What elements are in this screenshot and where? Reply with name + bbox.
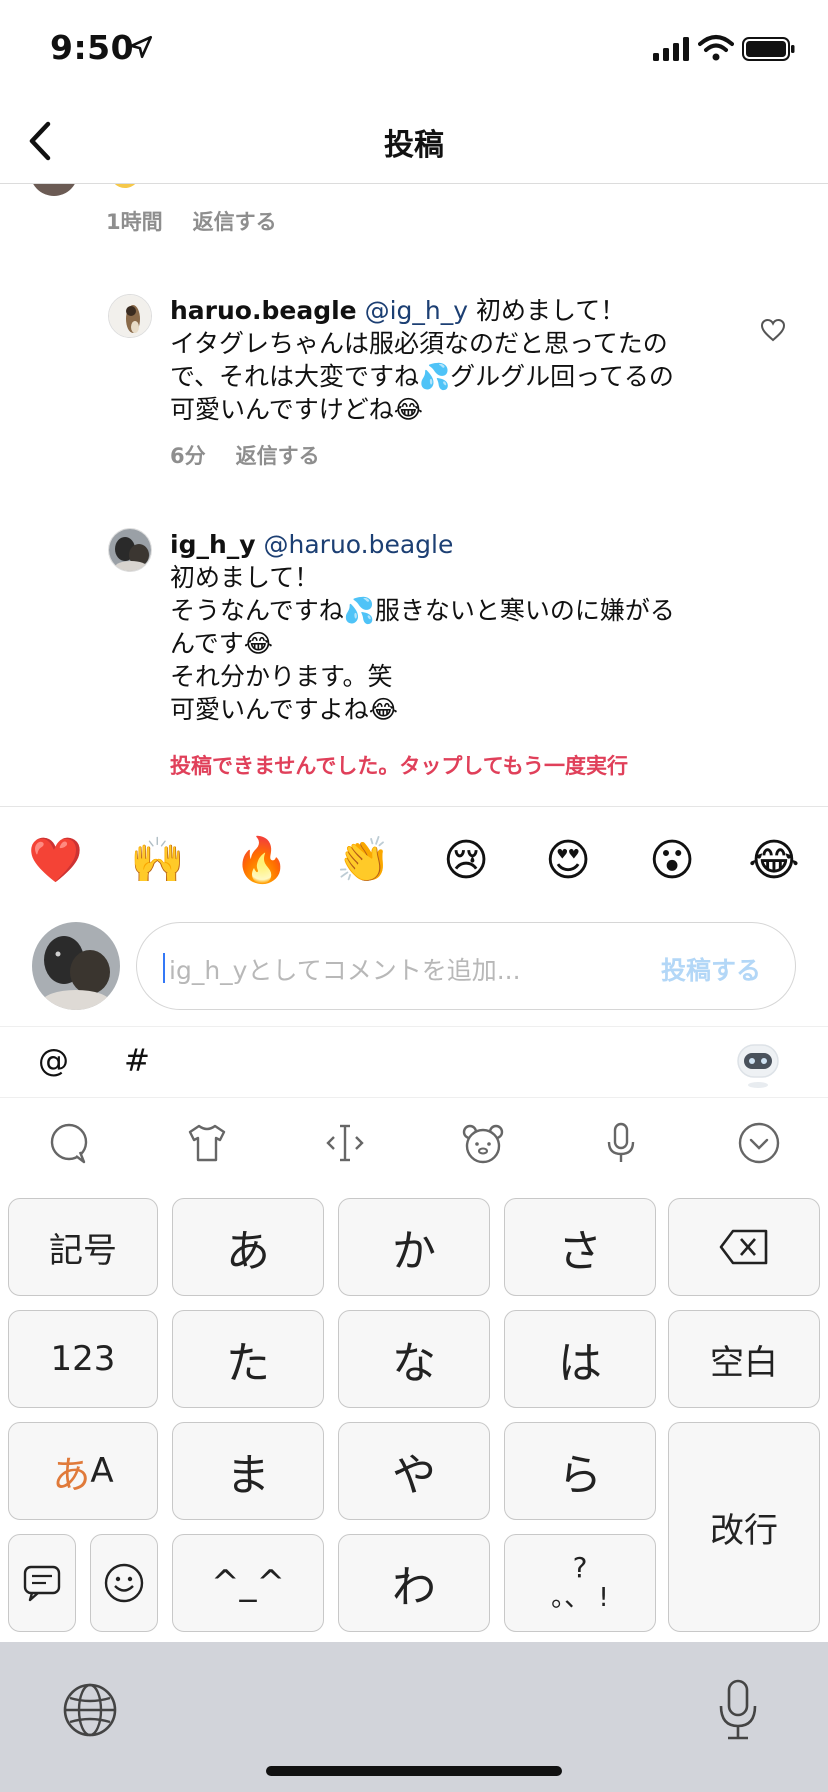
mode-alpha-label: A (90, 1451, 114, 1491)
reply-button[interactable]: 返信する (236, 440, 320, 470)
key-ma[interactable]: ま (172, 1422, 324, 1520)
emoji-heart-eyes-button[interactable]: 😍 (542, 835, 594, 887)
backspace-icon (719, 1229, 768, 1265)
chat-bubble-icon[interactable] (46, 1120, 92, 1166)
comment-mention[interactable]: @haruo.beagle (264, 530, 454, 559)
beagle-avatar-icon (109, 295, 151, 337)
globe-icon[interactable] (62, 1682, 118, 1738)
like-heart-icon[interactable] (760, 318, 786, 342)
mode-kana-label: あ (52, 1452, 91, 1497)
key-ha[interactable]: は (504, 1310, 656, 1408)
keyboard-system-bar (0, 1642, 828, 1792)
location-arrow-icon (129, 35, 153, 59)
reply-button[interactable]: 返信する (193, 206, 277, 236)
smiley-icon (104, 1563, 144, 1603)
dictation-microphone-icon[interactable] (716, 1678, 760, 1742)
bear-emoji-icon[interactable] (460, 1120, 506, 1166)
comment-text: haruo.beagle @ig_h_y 初めまして！ イタグレちゃんは服必須な… (170, 294, 730, 426)
comment-line: イタグレちゃんは服必須なのだと思ってたの (170, 329, 668, 358)
emoji-cry-button[interactable]: 😢 (440, 835, 492, 887)
collapse-keyboard-icon[interactable] (736, 1120, 782, 1166)
comment-time: 1時間 (106, 210, 163, 234)
space-key[interactable]: 空白 (668, 1310, 820, 1408)
punct-bottom: 。、 ! (551, 1583, 609, 1613)
comment-time: 6分 (170, 444, 206, 468)
kaomoji-key[interactable]: ^_^ (172, 1534, 324, 1632)
comment-input[interactable]: ig_h_yとしてコメントを追加... 投稿する (136, 922, 796, 1010)
emoji-clap-button[interactable]: 👏 (336, 835, 391, 887)
battery-icon (742, 37, 795, 61)
emoji-icon (110, 184, 140, 188)
key-wa[interactable]: わ (338, 1534, 490, 1632)
avatar[interactable] (108, 294, 152, 338)
mention-hashtag-bar: @ # (0, 1026, 828, 1098)
robot-assistant-icon[interactable] (732, 1037, 784, 1089)
emoji-heart-button[interactable]: ❤️ (28, 835, 83, 887)
comment-line: そうなんですね💦服きないと寒いのに嫌がる (170, 596, 675, 625)
comment-list[interactable]: 1時間 返信する haruo.beagle @ig_h_y 初めまして！ イタグレ… (0, 184, 828, 806)
avatar (32, 922, 120, 1010)
comment-username[interactable]: haruo.beagle (170, 296, 357, 325)
comment-line: んです😂 (170, 629, 273, 658)
emoji-key[interactable] (90, 1534, 158, 1632)
punct-top: ? (572, 1551, 588, 1584)
comment-text: ig_h_y @haruo.beagle 初めまして！ そうなんですね💦服きない… (170, 528, 730, 726)
comment-username[interactable]: ig_h_y (170, 530, 256, 559)
message-key[interactable] (8, 1534, 76, 1632)
emoji-fire-button[interactable]: 🔥 (234, 835, 289, 887)
input-mode-key[interactable]: あA (8, 1422, 158, 1520)
cellular-signal-icon (653, 37, 689, 61)
punctuation-key[interactable]: ? 。、 ! (504, 1534, 656, 1632)
status-bar: 9:50 (0, 0, 828, 100)
microphone-icon[interactable] (598, 1120, 644, 1166)
at-mention-button[interactable]: @ (38, 1043, 69, 1079)
emoji-raised-hands-button[interactable]: 🙌 (130, 835, 185, 887)
dog-avatar-icon (109, 529, 151, 571)
comment-line: で、それは大変ですね💦グルグル回ってるの (170, 362, 674, 391)
cursor-move-icon[interactable] (322, 1120, 368, 1166)
comment-line: 可愛いんですけどね😂 (170, 395, 423, 424)
comment-line: 初めまして！ (468, 296, 626, 325)
comment-line: 可愛いんですよね😂 (170, 695, 398, 724)
message-icon (23, 1565, 61, 1602)
comment-placeholder: ig_h_yとしてコメントを追加... (169, 956, 521, 985)
key-ra[interactable]: ら (504, 1422, 656, 1520)
key-na[interactable]: な (338, 1310, 490, 1408)
kigou-key[interactable]: 記号 (8, 1198, 158, 1296)
key-ya[interactable]: や (338, 1422, 490, 1520)
comment-meta: 1時間 返信する (106, 206, 277, 236)
hashtag-button[interactable]: # (124, 1043, 150, 1079)
text-caret (163, 953, 165, 983)
tshirt-skin-icon[interactable] (184, 1120, 230, 1166)
japanese-keyboard: 記号 あ か さ 123 た な は 空白 あA ま や ら 改行 ^_^ わ … (0, 1192, 828, 1642)
comment-composer: ig_h_yとしてコメントを追加... 投稿する (0, 916, 828, 1026)
avatar[interactable] (108, 528, 152, 572)
dog-avatar-icon (32, 922, 120, 1010)
keyboard-toolbar (0, 1098, 828, 1192)
key-sa[interactable]: さ (504, 1198, 656, 1296)
key-a[interactable]: あ (172, 1198, 324, 1296)
delete-key[interactable] (668, 1198, 820, 1296)
post-button[interactable]: 投稿する (661, 951, 761, 987)
comment-mention[interactable]: @ig_h_y (365, 296, 468, 325)
page-title: 投稿 (384, 128, 444, 163)
emoji-surprised-button[interactable]: 😮 (646, 835, 698, 887)
post-failed-retry[interactable]: 投稿できませんでした。タップしてもう一度実行 (170, 750, 628, 780)
comment-line: 初めまして！ (170, 563, 320, 592)
enter-key[interactable]: 改行 (668, 1422, 820, 1632)
avatar[interactable] (30, 184, 78, 196)
wifi-icon (698, 35, 734, 61)
number-mode-key[interactable]: 123 (8, 1310, 158, 1408)
emoji-laughing-button[interactable]: 😂 (748, 835, 800, 887)
comment-meta: 6分 返信する (170, 440, 320, 470)
key-ta[interactable]: た (172, 1310, 324, 1408)
status-time: 9:50 (50, 28, 135, 67)
nav-header: 投稿 (0, 100, 828, 184)
comment-line: それ分かります。笑 (170, 662, 393, 691)
emoji-reaction-bar: ❤️ 🙌 🔥 👏 😢 😍 😮 😂 (0, 806, 828, 916)
home-indicator[interactable] (266, 1766, 562, 1776)
key-ka[interactable]: か (338, 1198, 490, 1296)
